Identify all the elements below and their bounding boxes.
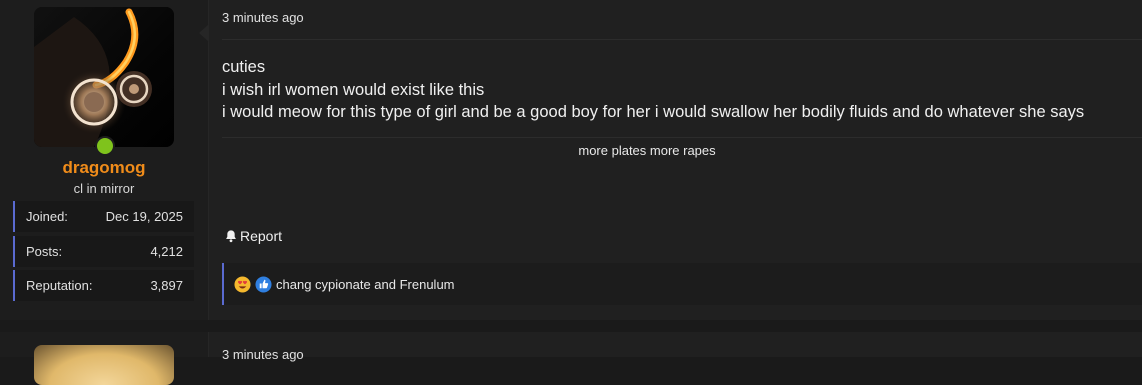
stat-value: Dec 19, 2025 [105, 209, 183, 224]
next-post-avatar[interactable] [34, 345, 174, 385]
report-button[interactable]: Report [224, 228, 282, 244]
reactions-text[interactable]: chang cypionate and Frenulum [276, 277, 455, 292]
username[interactable]: dragomog [0, 158, 208, 178]
stat-reputation: Reputation: 3,897 [13, 270, 194, 301]
next-post-timestamp[interactable]: 3 minutes ago [222, 347, 304, 362]
message-pointer [199, 24, 209, 42]
report-label: Report [240, 228, 283, 244]
thumbs-up-icon [255, 275, 272, 293]
user-title: cl in mirror [73, 181, 135, 196]
stat-label: Reputation: [26, 278, 93, 293]
stat-joined: Joined: Dec 19, 2025 [13, 201, 194, 232]
reactions-bar[interactable]: chang cypionate and Frenulum [222, 263, 1142, 305]
next-post-content [209, 332, 1142, 357]
stat-label: Posts: [26, 244, 63, 259]
stat-value: 3,897 [150, 278, 183, 293]
online-status-indicator [95, 136, 115, 156]
post: dragomog cl in mirror Joined: Dec 19, 20… [0, 0, 1142, 320]
avatar[interactable] [34, 7, 174, 147]
post-body: cuties i wish irl women would exist like… [222, 56, 1084, 124]
bell-icon [226, 230, 236, 243]
stat-value: 4,212 [150, 244, 183, 259]
signature: more plates more rapes [578, 143, 716, 158]
post-body-line: i would meow for this type of girl and b… [222, 103, 1085, 121]
post-user-panel: dragomog cl in mirror Joined: Dec 19, 20… [0, 0, 209, 320]
divider [222, 39, 1142, 40]
headlight-image [34, 7, 174, 147]
stat-label: Joined: [26, 209, 68, 224]
post-content: 3 minutes ago cuties i wish irl women wo… [209, 0, 1142, 320]
post-timestamp[interactable]: 3 minutes ago [222, 10, 304, 25]
post-body-line: i wish irl women would exist like this [222, 80, 485, 99]
heart-eyes-emoji-icon [234, 275, 251, 293]
post-body-line: cuties [222, 58, 266, 76]
stat-posts: Posts: 4,212 [13, 236, 194, 267]
signature-divider [222, 137, 1142, 138]
